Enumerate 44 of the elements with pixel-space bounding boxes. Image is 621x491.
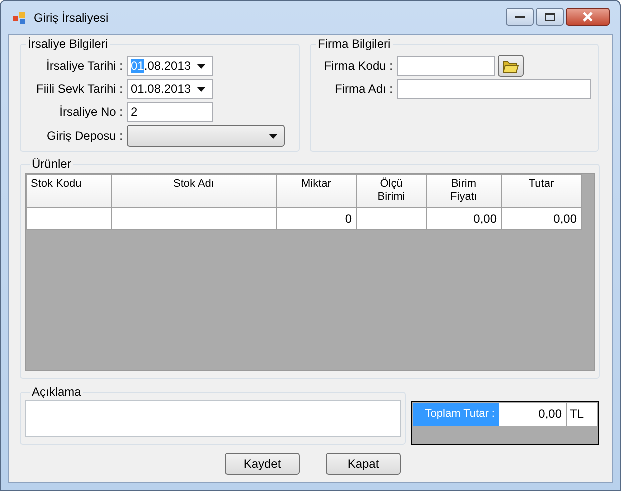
browse-button[interactable] [498,55,524,77]
dropdown-arrow-icon [197,64,209,68]
field-label: İrsaliye No : [58,105,124,119]
date-picker[interactable]: 01.08.2013 [127,79,213,99]
text-field[interactable]: 2 [127,102,213,122]
text-field[interactable] [397,79,591,99]
field-label: Fiili Sevk Tarihi : [36,82,124,96]
dropdown-arrow-icon [197,86,209,92]
field-label: Firma Adı : [334,82,394,96]
column-header: Miktar [302,178,332,190]
form-button[interactable]: Kaydet [225,453,300,475]
dropdown[interactable] [127,125,285,147]
text-field[interactable] [397,56,495,76]
column-header: Tutar [528,178,554,190]
minimize-button[interactable] [506,8,534,26]
form-button[interactable]: Kapat [326,453,401,475]
maximize-icon [545,13,555,21]
table-cell: 0,00 [502,208,582,230]
app-icon [13,12,27,24]
group-title: Firma Bilgileri [317,38,392,51]
folder-icon [503,60,519,72]
date-picker[interactable]: 01.08.2013 [127,56,213,76]
column-header: Stok Kodu [31,178,82,190]
table-cell: 0,00 [426,208,502,230]
column-header: Stok Adı [174,178,214,190]
total-value: 0,00 [499,403,567,426]
field-label: Firma Kodu : [323,59,394,73]
close-button[interactable] [566,8,610,26]
notes-field[interactable] [25,400,401,437]
field-label: İrsaliye Tarihi : [46,59,124,73]
dropdown-arrow-icon [269,134,281,138]
maximize-button[interactable] [536,8,564,26]
group-title: İrsaliye Bilgileri [27,38,110,51]
window-title: Giriş İrsaliyesi [34,10,110,24]
minimize-icon [515,15,525,19]
group-title: Açıklama [31,386,82,399]
currency-label: TL [567,403,597,426]
close-icon [582,12,594,22]
field-label: Giriş Deposu : [46,129,124,143]
group-title: Ürünler [31,158,72,171]
table-cell: 0 [276,208,356,230]
column-header: Birim Fiyatı [450,178,478,204]
column-header: Ölçü Birimi [376,178,406,204]
total-label: Toplam Tutar : [413,403,499,426]
